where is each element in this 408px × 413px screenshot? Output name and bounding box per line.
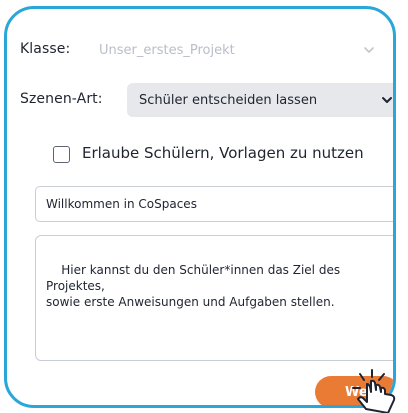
class-label: Klasse: [20, 41, 71, 57]
title-input-value: Willkommen in CoSpaces [46, 197, 197, 211]
next-button[interactable]: We [315, 376, 393, 405]
next-button-label: We [345, 384, 368, 400]
description-textarea[interactable]: Hier kannst du den Schüler*innen das Zie… [35, 235, 393, 361]
class-select[interactable]: Unser_erstes_Projekt [89, 33, 384, 67]
scene-type-label: Szenen-Art: [20, 91, 103, 107]
class-select-value: Unser_erstes_Projekt [99, 42, 235, 58]
chevron-down-icon [382, 97, 392, 103]
description-textarea-value: Hier kannst du den Schüler*innen das Zie… [46, 263, 341, 309]
allow-templates-checkbox[interactable] [53, 146, 70, 163]
scene-type-select[interactable]: Schüler entscheiden lassen [127, 83, 393, 117]
scene-type-select-value: Schüler entscheiden lassen [139, 92, 318, 108]
chevron-down-icon [364, 47, 374, 53]
dialog-frame: Klasse: Unser_erstes_Projekt Szenen-Art:… [4, 6, 396, 408]
title-input[interactable]: Willkommen in CoSpaces [35, 186, 393, 222]
allow-templates-label: Erlaube Schülern, Vorlagen zu nutzen [82, 144, 364, 162]
